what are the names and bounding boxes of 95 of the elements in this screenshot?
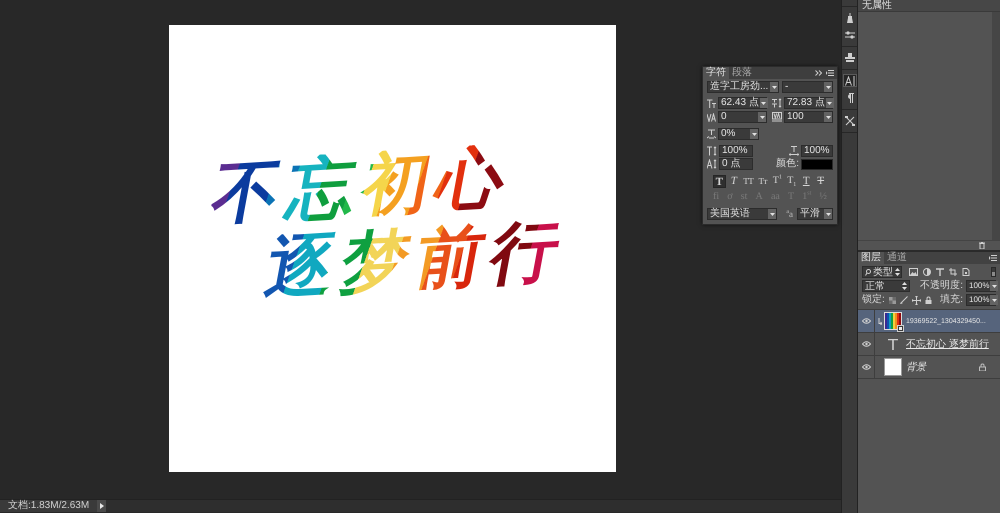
brush-stroke-icon[interactable] (900, 296, 908, 304)
double-chevron-icon[interactable] (815, 70, 822, 76)
lock-label: 锁定: (862, 294, 885, 306)
panel-tab[interactable]: 通道 (884, 252, 910, 264)
va-arrow-icon (772, 112, 782, 122)
dock-button[interactable] (842, 51, 856, 64)
tsume-field[interactable]: 0% (718, 128, 759, 140)
baseline-shift-field[interactable]: 0 点 (719, 158, 753, 170)
tracking-field[interactable]: 100 (784, 111, 833, 123)
color-label: 颜色: (776, 158, 799, 170)
opacity-label: 不透明度: (920, 280, 963, 292)
menu-icon[interactable] (826, 70, 834, 76)
vertical-scale-field[interactable]: 100% (719, 145, 753, 157)
fill-field[interactable]: 100% (966, 294, 996, 306)
caret-icon (826, 116, 830, 118)
text-style-button[interactable]: Tт (756, 175, 770, 188)
caret-icon (992, 298, 997, 302)
up-down-caret-icon (902, 282, 907, 290)
eye-icon[interactable] (862, 364, 870, 370)
sliders-icon (844, 30, 854, 38)
layer-row[interactable]: 背景 (858, 356, 1000, 379)
layer-thumbnail (884, 312, 902, 330)
t-icon[interactable] (936, 268, 944, 276)
layer-row[interactable]: 不忘初心 逐梦前行 (858, 333, 1000, 356)
paragraph-icon (846, 92, 854, 102)
fill-label: 填充: (940, 294, 963, 306)
t-vertical-arrow-icon (707, 146, 717, 156)
checker-icon[interactable] (888, 296, 896, 304)
color-swatch-icon[interactable] (801, 158, 833, 170)
line-spacing-icon (772, 98, 782, 108)
text-style-button[interactable]: T (800, 175, 812, 188)
menu-icon[interactable] (989, 255, 997, 261)
panel-tab[interactable]: 字符 (703, 67, 729, 79)
panel-tab[interactable]: 图层 (858, 252, 884, 264)
panel-tab[interactable]: 段落 (729, 67, 755, 79)
language-dropdown[interactable]: 美国英语 (707, 208, 777, 220)
caret-icon (760, 116, 764, 118)
crossed-tools-icon (844, 116, 854, 126)
lock-icon[interactable] (924, 296, 932, 304)
caret-icon (992, 284, 997, 288)
layer-name: 不忘初心 逐梦前行 (906, 338, 989, 351)
text-style-button[interactable]: T (814, 175, 827, 188)
squeeze-icon (707, 129, 716, 139)
panel-title: 无属性 (858, 0, 1000, 12)
filter-dropdown[interactable]: 类型 (862, 266, 902, 278)
crop-icon[interactable] (949, 268, 957, 276)
page-icon[interactable] (962, 268, 970, 276)
t-icon (888, 338, 898, 350)
double-t-icon (707, 98, 716, 108)
dock-button[interactable] (842, 114, 856, 127)
a-vertical-arrow-icon (707, 159, 717, 169)
search-icon (865, 268, 871, 276)
blend-mode-dropdown[interactable]: 正常 (862, 280, 910, 292)
type-icon (844, 76, 854, 86)
up-down-caret-icon (895, 268, 900, 276)
text-style-button[interactable]: T (728, 175, 740, 188)
half-circle-icon[interactable] (923, 268, 931, 276)
layer-name: 背景 (906, 360, 926, 374)
eye-icon[interactable] (862, 341, 870, 347)
caret-icon (761, 102, 766, 104)
font-family-dropdown[interactable]: 造字工房劲... (707, 81, 779, 93)
trash-icon[interactable] (979, 242, 985, 249)
text-style-button[interactable]: T$^{1}$ (771, 175, 784, 188)
dock-button[interactable] (842, 74, 856, 87)
move-icon[interactable] (912, 296, 921, 304)
t-horizontal-arrow-icon (789, 146, 799, 156)
status-menu-button[interactable] (97, 500, 106, 512)
caret-icon (772, 86, 776, 88)
image-icon[interactable] (909, 268, 918, 276)
horizontal-scale-field[interactable]: 100% (801, 145, 833, 157)
document-size-info: 文档:1.83M/2.63M (0, 500, 98, 512)
font-style-dropdown[interactable]: - (782, 81, 833, 93)
right-triangle-icon (100, 503, 104, 509)
font-size-field[interactable]: 62.43 点 (718, 97, 767, 109)
text-style-button[interactable]: TT (742, 175, 755, 188)
va-icon (707, 112, 716, 122)
caret-icon (770, 212, 774, 216)
brush-icon (846, 12, 854, 22)
filter-toggle[interactable] (991, 267, 996, 277)
smart-object-icon (897, 325, 904, 332)
text-style-button[interactable]: T (713, 175, 726, 188)
opacity-field[interactable]: 100% (966, 280, 996, 292)
caret-icon (826, 212, 830, 216)
eye-icon[interactable] (862, 318, 870, 324)
layer-thumbnail (884, 358, 902, 376)
antialias-dropdown[interactable]: 平滑 (797, 208, 833, 220)
caret-icon (826, 86, 830, 88)
stamp-icon (844, 53, 854, 62)
antialias-symbol: $^{a}$a (785, 208, 794, 220)
scrollbar-track[interactable] (992, 12, 1000, 240)
kerning-field[interactable]: 0 (718, 111, 767, 123)
text-style-button[interactable]: T$_{1}$ (786, 175, 798, 188)
caret-icon (827, 102, 832, 104)
caret-icon (752, 132, 756, 136)
leading-field[interactable]: 72.83 点 (784, 97, 833, 109)
